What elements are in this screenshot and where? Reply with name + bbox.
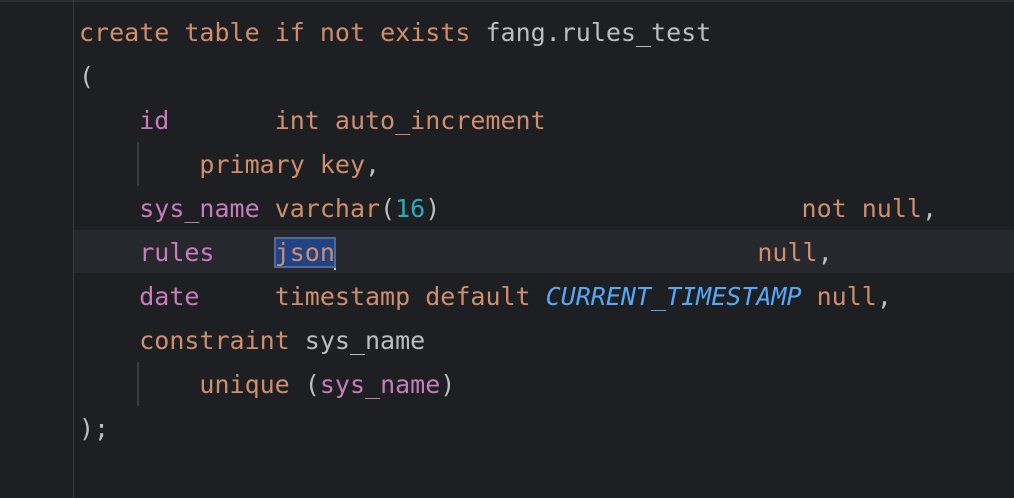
code-token: default	[425, 282, 531, 311]
code-token: null	[861, 194, 922, 223]
code-token: sys_name	[139, 194, 260, 223]
code-token: ,	[365, 150, 381, 179]
code-token: date	[139, 282, 200, 311]
code-line[interactable]: unique (sys_name)	[79, 363, 455, 407]
code-token: not	[801, 194, 847, 223]
code-token: (	[304, 370, 320, 399]
code-token: null	[816, 282, 877, 311]
code-token: not	[319, 18, 366, 47]
code-line[interactable]: );	[79, 407, 109, 451]
code-editor[interactable]: create table if not exists fang.rules_te…	[0, 0, 1014, 498]
code-token: int	[274, 106, 320, 135]
code-line[interactable]: rules json null,	[79, 231, 833, 275]
code-line[interactable]: create table if not exists fang.rules_te…	[79, 11, 711, 55]
code-token: ,	[921, 194, 938, 223]
code-token: if	[274, 18, 305, 47]
code-token: )	[440, 370, 456, 399]
code-line[interactable]: id int auto_increment	[79, 99, 546, 143]
code-token: (	[79, 62, 95, 91]
code-token: sys_name	[319, 370, 441, 399]
code-token: id	[139, 106, 170, 135]
code-token: fang.rules_test	[485, 18, 712, 47]
code-line[interactable]: (	[79, 55, 94, 99]
editor-top-border	[0, 0, 1014, 2]
code-token: 16	[395, 194, 426, 223]
code-token: ,	[817, 238, 833, 267]
code-line[interactable]: primary key,	[79, 143, 380, 187]
selected-token: json	[273, 237, 336, 268]
code-token: null	[757, 238, 818, 267]
code-token: table	[184, 18, 260, 47]
code-token: (	[380, 194, 396, 223]
code-token: sys_name	[304, 326, 426, 355]
code-line[interactable]: sys_name varchar(16) not null,	[79, 187, 937, 231]
code-token: rules	[139, 238, 215, 267]
code-token: key	[319, 150, 365, 179]
code-line[interactable]: constraint sys_name	[79, 319, 425, 363]
code-token: auto_increment	[334, 106, 546, 135]
code-token: primary	[199, 150, 305, 179]
code-token: exists	[380, 18, 471, 47]
code-token: CURRENT_TIMESTAMP	[545, 282, 802, 311]
code-token: );	[79, 414, 110, 443]
code-token: create	[79, 18, 170, 47]
code-token: constraint	[139, 326, 290, 355]
code-token: ,	[876, 282, 892, 311]
code-token: )	[425, 194, 441, 223]
code-token: unique	[199, 370, 290, 399]
code-token: varchar	[274, 194, 381, 223]
code-token: timestamp	[274, 282, 411, 311]
code-line[interactable]: date timestamp default CURRENT_TIMESTAMP…	[79, 275, 892, 319]
